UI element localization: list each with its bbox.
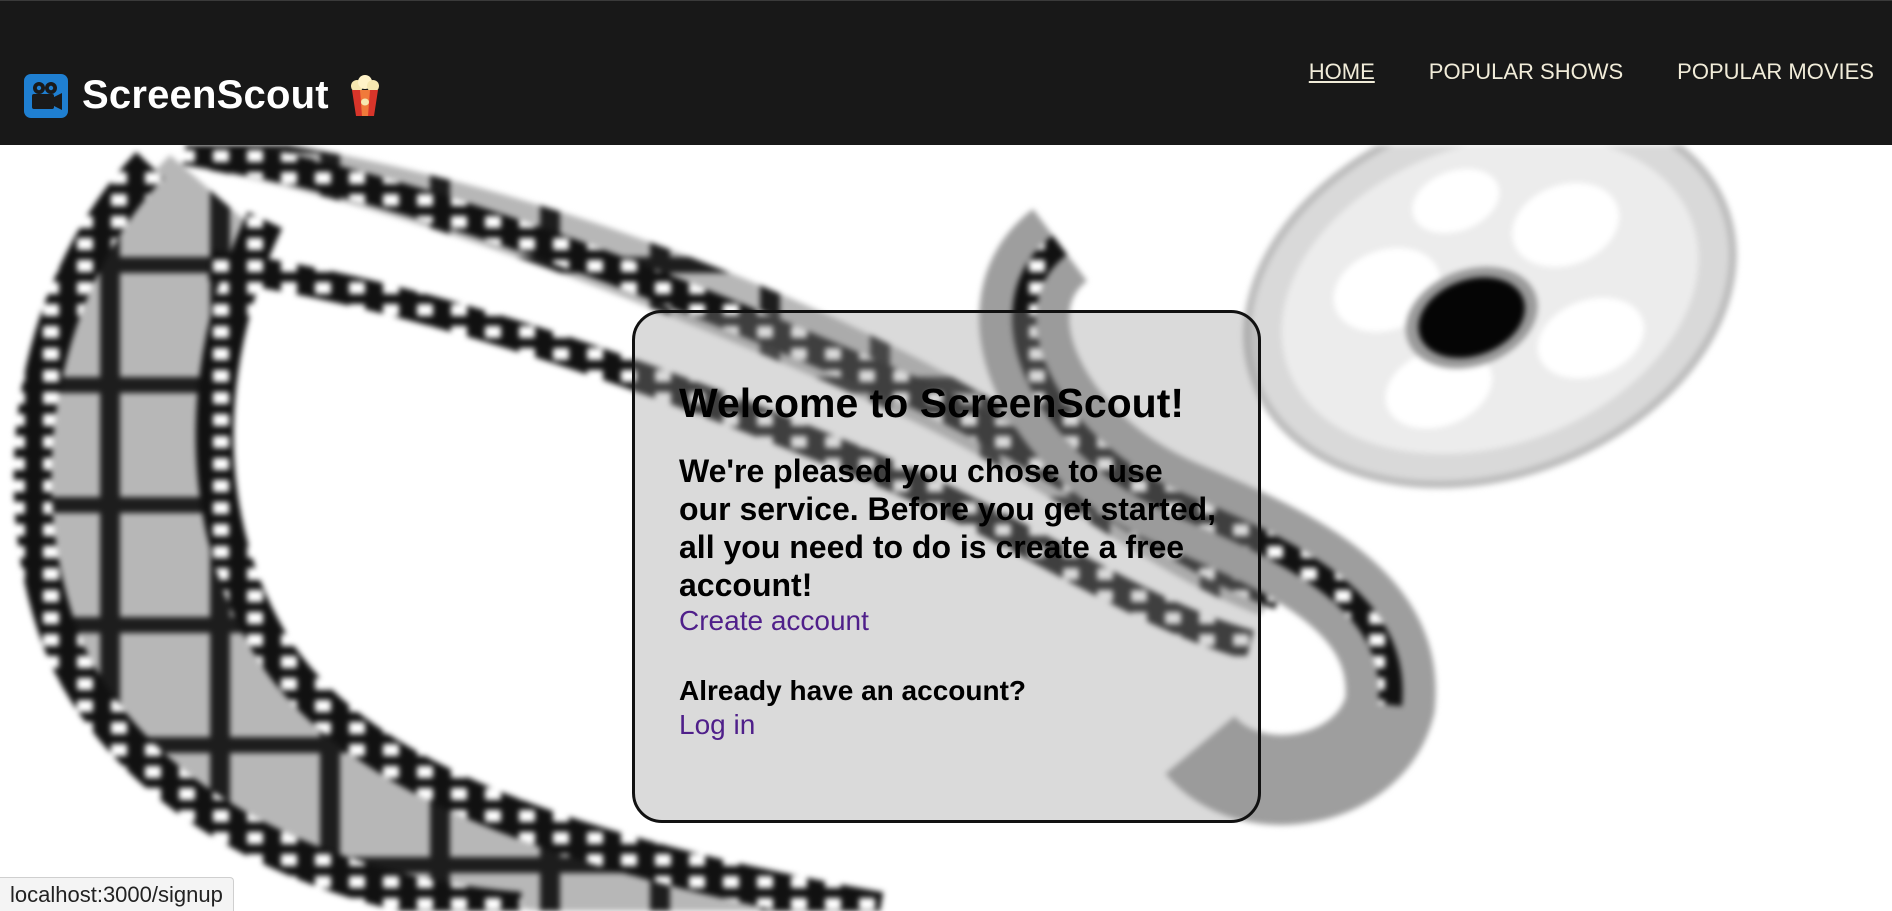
already-have-account-text: Already have an account? xyxy=(679,675,1027,707)
welcome-message: We're pleased you chose to use our servi… xyxy=(679,453,1217,604)
popcorn-icon xyxy=(347,74,383,118)
nav-home-link[interactable]: HOME xyxy=(1309,59,1375,85)
nav-popular-shows-link[interactable]: POPULAR SHOWS xyxy=(1429,59,1623,85)
brand-title: ScreenScout xyxy=(82,73,329,117)
browser-status-url: localhost:3000/signup xyxy=(0,877,234,911)
nav-popular-movies-link[interactable]: POPULAR MOVIES xyxy=(1677,59,1874,85)
brand[interactable]: ScreenScout xyxy=(24,73,383,118)
log-in-link[interactable]: Log in xyxy=(679,708,755,742)
main-nav: HOME POPULAR SHOWS POPULAR MOVIES xyxy=(1309,59,1874,85)
top-navbar: ScreenScout HOME POPULAR SHOWS POPULAR M… xyxy=(0,0,1892,145)
create-account-link[interactable]: Create account xyxy=(679,604,869,638)
movie-camera-icon xyxy=(24,73,68,118)
hero-section: Welcome to ScreenScout! We're pleased yo… xyxy=(0,145,1892,911)
welcome-card: Welcome to ScreenScout! We're pleased yo… xyxy=(632,310,1261,823)
welcome-heading: Welcome to ScreenScout! xyxy=(679,380,1185,426)
